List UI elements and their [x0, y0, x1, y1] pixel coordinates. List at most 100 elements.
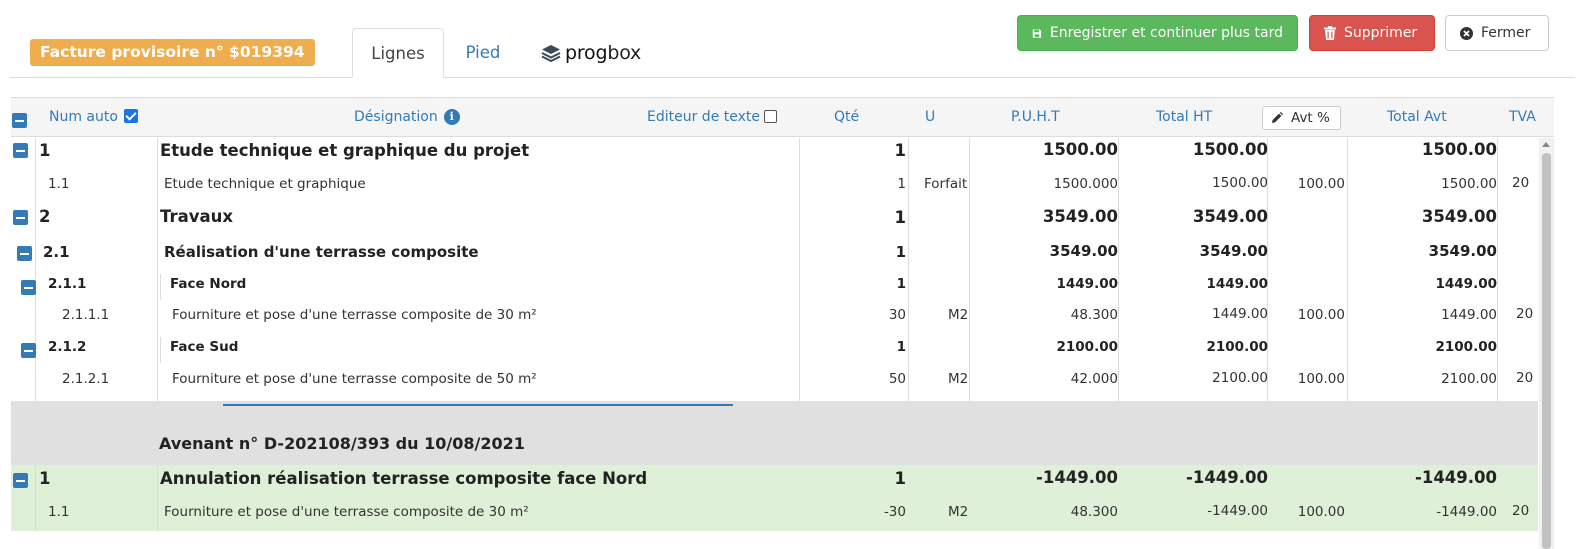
table-row[interactable]: 2.1 Réalisation d'une terrasse composite… — [11, 238, 1538, 272]
row-avt: 100.00 — [1297, 176, 1345, 192]
row-tva: 20 — [1512, 503, 1530, 519]
row-total-ht: 3549.00 — [1199, 242, 1268, 260]
col-designation: Désignation i — [354, 98, 460, 137]
row-designation: Fourniture et pose d'une terrasse compos… — [172, 371, 537, 387]
close-circle-icon — [1460, 26, 1473, 40]
row-total-ht: 1449.00 — [1206, 276, 1269, 292]
table-row[interactable]: 2.1.1 Face Nord 1 1449.00 1449.00 1449.0… — [11, 272, 1538, 302]
table-row[interactable]: 2.1.2 Face Sud 1 2100.00 2100.00 2100.00 — [11, 334, 1538, 366]
row-designation: Fourniture et pose d'une terrasse compos… — [172, 307, 537, 323]
drop-indicator — [223, 404, 733, 406]
row-puht: -1449.00 — [1035, 468, 1118, 487]
row-total-avt: 3549.00 — [1428, 242, 1497, 260]
row-designation: Réalisation d'une terrasse composite — [164, 243, 479, 261]
row-total-ht: 3549.00 — [1192, 207, 1268, 226]
invoice-badge: Facture provisoire n° $019394 — [30, 39, 315, 66]
row-unit: M2 — [948, 504, 969, 520]
row-puht: 48.300 — [1070, 307, 1118, 323]
row-puht: 1449.00 — [1056, 276, 1119, 292]
editor-checkbox[interactable] — [764, 110, 777, 123]
collapse-icon[interactable] — [21, 280, 36, 295]
table-row[interactable]: 2.1.2.1 Fourniture et pose d'une terrass… — [11, 366, 1538, 401]
row-qte: 1 — [897, 176, 906, 192]
table-row[interactable]: 1 Etude technique et graphique du projet… — [11, 138, 1538, 172]
close-button[interactable]: Fermer — [1445, 15, 1549, 51]
avt-percent-button[interactable]: Avt % — [1262, 106, 1341, 130]
table-row[interactable]: 2.1.1.1 Fourniture et pose d'une terrass… — [11, 302, 1538, 334]
row-avt: 100.00 — [1297, 307, 1345, 323]
row-puht: 42.000 — [1070, 371, 1118, 387]
row-designation: Face Sud — [170, 339, 239, 355]
row-avt: 100.00 — [1297, 371, 1345, 387]
row-designation: Annulation réalisation terrasse composit… — [160, 469, 648, 488]
scrollbar-thumb[interactable] — [1542, 153, 1551, 549]
col-unit: U — [925, 109, 936, 125]
row-qte: 1 — [896, 339, 906, 355]
avenant-header: Avenant n° D-202108/393 du 10/08/2021 — [11, 401, 1538, 465]
row-qte: 1 — [896, 276, 906, 292]
row-designation: Travaux — [160, 207, 233, 226]
row-num: 2.1.1 — [48, 276, 87, 292]
row-num: 2 — [39, 207, 51, 226]
row-num: 2.1 — [43, 243, 70, 261]
row-qte: 1 — [894, 469, 906, 488]
row-unit: M2 — [948, 371, 969, 387]
row-qte: 30 — [888, 307, 906, 323]
info-icon[interactable]: i — [443, 109, 460, 125]
tab-pied[interactable]: Pied — [460, 28, 506, 78]
scroll-up-icon[interactable] — [1542, 142, 1550, 147]
row-qte: 1 — [895, 243, 906, 261]
indent-line — [160, 337, 161, 363]
row-total-avt: 2100.00 — [1441, 371, 1497, 387]
row-num: 2.1.2 — [48, 339, 87, 355]
row-puht: 1500.000 — [1053, 176, 1118, 192]
table-row[interactable]: 1 Annulation réalisation terrasse compos… — [11, 465, 1538, 497]
table-row[interactable]: 1.1 Fourniture et pose d'une terrasse co… — [11, 497, 1538, 531]
row-total-avt: 2100.00 — [1435, 339, 1498, 355]
collapse-icon[interactable] — [21, 343, 36, 358]
row-total-ht: -1449.00 — [1185, 468, 1268, 487]
col-total-avt: Total Avt — [1387, 109, 1447, 125]
row-num: 2.1.2.1 — [62, 371, 110, 387]
row-total-ht: 2100.00 — [1212, 370, 1268, 386]
invoice-lines-table: Num auto Désignation i Editeur de texte Q… — [11, 97, 1554, 549]
row-qte: 50 — [888, 371, 906, 387]
table-header: Num auto Désignation i Editeur de texte Q… — [11, 98, 1554, 137]
row-num: 2.1.1.1 — [62, 307, 110, 323]
row-num: 1.1 — [48, 504, 70, 520]
row-num: 1 — [39, 141, 51, 160]
stack-icon — [541, 45, 561, 63]
indent-line — [160, 274, 161, 300]
col-puht: P.U.H.T — [1011, 109, 1060, 125]
col-editeur[interactable]: Editeur de texte — [647, 98, 777, 137]
row-num: 1.1 — [48, 176, 70, 192]
row-total-avt: -1449.00 — [1414, 468, 1497, 487]
tab-lignes[interactable]: Lignes — [352, 28, 444, 78]
row-total-ht: 1500.00 — [1212, 175, 1268, 191]
row-total-ht: -1449.00 — [1207, 503, 1268, 519]
col-divider — [157, 465, 158, 531]
collapse-icon[interactable] — [13, 210, 28, 225]
floppy-disk-icon — [1032, 28, 1042, 38]
num-auto-checkbox[interactable] — [123, 109, 138, 123]
row-tva: 20 — [1516, 370, 1534, 386]
col-total-ht: Total HT — [1156, 109, 1213, 125]
row-puht: 3549.00 — [1049, 242, 1118, 260]
collapse-icon[interactable] — [13, 473, 28, 488]
row-total-avt: 3549.00 — [1421, 207, 1497, 226]
col-num-auto[interactable]: Num auto — [49, 98, 138, 137]
save-continue-button[interactable]: Enregistrer et continuer plus tard — [1017, 15, 1298, 51]
row-puht: 3549.00 — [1042, 207, 1118, 226]
row-qte: -30 — [883, 504, 906, 520]
collapse-icon[interactable] — [17, 246, 32, 261]
delete-button[interactable]: Supprimer — [1309, 15, 1435, 51]
row-total-ht: 2100.00 — [1206, 339, 1269, 355]
collapse-all-icon[interactable] — [12, 113, 27, 128]
col-qte: Qté — [834, 109, 860, 125]
trash-icon — [1324, 26, 1336, 40]
row-total-avt: 1449.00 — [1435, 276, 1498, 292]
table-row[interactable]: 2 Travaux 1 3549.00 3549.00 3549.00 — [11, 204, 1538, 238]
row-total-avt: 1449.00 — [1441, 307, 1497, 323]
table-row[interactable]: 1.1 Etude technique et graphique 1 Forfa… — [11, 172, 1538, 204]
collapse-icon[interactable] — [13, 143, 28, 158]
